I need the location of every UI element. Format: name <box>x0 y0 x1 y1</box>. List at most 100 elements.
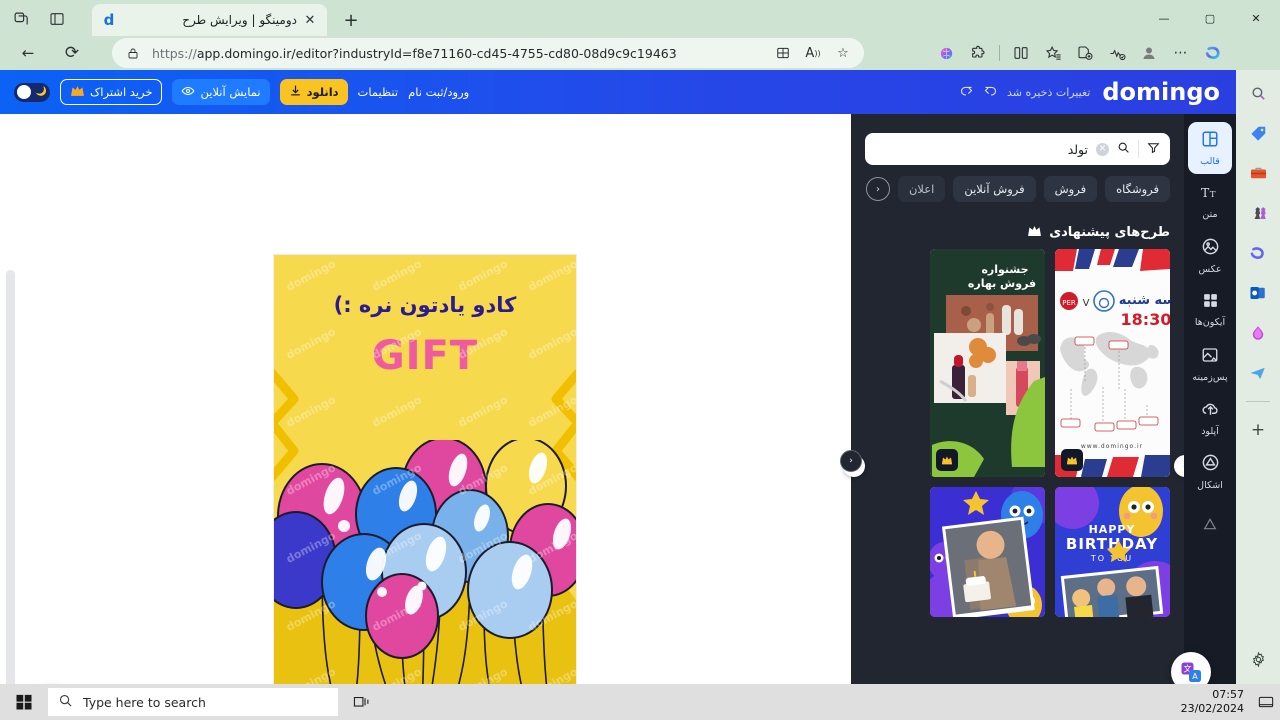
login-link[interactable]: ورود/ثبت نام <box>408 85 469 99</box>
minimize-button[interactable]: — <box>1141 0 1187 36</box>
birthday-cake-thumbnail <box>930 487 1045 617</box>
subscribe-button[interactable]: خرید اشتراک <box>60 79 163 105</box>
browser-essentials-icon[interactable] <box>1102 38 1132 68</box>
settings-more-icon[interactable]: ⋯ <box>1166 38 1196 68</box>
chip-announcement[interactable]: اعلان <box>897 176 946 202</box>
clear-search-icon[interactable]: ✕ <box>1096 142 1109 156</box>
template-card[interactable]: PER V سه شنبه 18:30 www.domingo.ir <box>1055 249 1170 477</box>
address-bar[interactable]: https://app.domingo.ir/editor?industryId… <box>112 38 864 68</box>
rail-item-background[interactable]: پس‌زمینه <box>1188 338 1232 390</box>
office-icon[interactable] <box>1243 238 1273 268</box>
telegram-icon[interactable] <box>1243 358 1273 388</box>
favorites-icon[interactable] <box>1038 38 1068 68</box>
rail-label-text: متن <box>1202 209 1218 220</box>
translate-button[interactable]: 文 A <box>1171 652 1211 684</box>
rail-item-upload[interactable]: آپلود <box>1188 392 1232 444</box>
template-card[interactable]: جشنواره فروش بهاره <box>930 249 1045 477</box>
section-title-row: طرح‌های پیشنهادی <box>1027 224 1170 241</box>
domingo-app: domingo تغییرات ذخیره شد ورود/ثبت نام تن… <box>0 70 1236 684</box>
subscribe-label: خرید اشتراک <box>90 85 153 99</box>
settings-link[interactable]: تنظیمات <box>358 85 399 99</box>
design-headline[interactable]: کادو یادتون نره :) <box>274 293 576 317</box>
outlook-icon[interactable] <box>1243 278 1273 308</box>
rail-item-extra[interactable] <box>1188 500 1232 552</box>
rail-item-template[interactable]: قالب <box>1188 122 1232 174</box>
design-canvas[interactable]: کادو یادتون نره :) GIFT domingo domingo … <box>274 255 576 684</box>
panel-collapse-button[interactable]: ‹ <box>840 450 862 472</box>
tools-icon[interactable] <box>1243 158 1273 188</box>
read-aloud-icon[interactable]: A)) <box>802 42 824 64</box>
eye-icon <box>181 84 195 101</box>
windows-start-icon[interactable] <box>0 684 48 720</box>
chip-sale[interactable]: فروش <box>1043 176 1098 202</box>
design-subhead[interactable]: GIFT <box>274 333 576 379</box>
drop-icon[interactable] <box>1243 318 1273 348</box>
chip-online-sale[interactable]: فروش آنلاین <box>953 176 1036 202</box>
settings-gear-icon[interactable] <box>1243 644 1273 674</box>
search-icon[interactable] <box>1243 78 1273 108</box>
chips-prev-button[interactable]: ‹ <box>865 177 890 201</box>
notification-icon[interactable] <box>1258 694 1274 714</box>
close-icon[interactable]: ✕ <box>301 11 319 29</box>
tab-title: دومینگو | ویرایش طرح <box>182 13 297 27</box>
favorite-star-icon[interactable]: ☆ <box>832 42 854 64</box>
undo-icon[interactable] <box>983 83 998 102</box>
app-logo[interactable]: domingo <box>1102 78 1220 106</box>
add-icon[interactable]: + <box>1243 415 1273 445</box>
url-scheme: https:// <box>152 45 197 61</box>
copilot-sidebar-icon[interactable] <box>1198 38 1228 68</box>
rail-label-image: عکس <box>1198 264 1222 275</box>
rail-item-icons[interactable]: آیکون‌ها <box>1188 284 1232 336</box>
lock-icon <box>122 42 144 64</box>
rail-label-template: قالب <box>1200 155 1220 167</box>
window-close-button[interactable]: ✕ <box>1233 0 1279 36</box>
new-tab-button[interactable]: + <box>338 7 364 33</box>
tab-actions-icon[interactable] <box>8 6 34 32</box>
canvas-area[interactable]: کادو یادتون نره :) GIFT domingo domingo … <box>0 114 851 684</box>
dark-mode-toggle[interactable]: 🌙 <box>14 82 50 102</box>
rail-label-shapes: اشکال <box>1197 480 1223 491</box>
edge-sidebar: + <box>1236 70 1280 684</box>
image-icon <box>1201 237 1220 261</box>
browser-split-icon[interactable] <box>1006 38 1036 68</box>
browser-chrome: d دومینگو | ویرایش طرح ✕ + — ▢ ✕ ← ⟳ htt… <box>0 0 1280 70</box>
pro-badge <box>936 449 958 471</box>
template-card[interactable] <box>930 487 1045 617</box>
vertical-tabs-icon[interactable] <box>44 6 70 32</box>
category-chips: فروشگاه فروش فروش آنلاین اعلان ‹ <box>865 176 1170 202</box>
browser-tab[interactable]: d دومینگو | ویرایش طرح ✕ <box>92 4 327 36</box>
header-actions: ورود/ثبت نام تنظیمات دانلود نمایش آنلاین <box>14 79 469 105</box>
task-view-icon[interactable] <box>338 684 384 720</box>
sidebar-divider <box>1246 401 1270 402</box>
online-preview-button[interactable]: نمایش آنلاین <box>172 79 270 105</box>
domingo-favicon-icon: d <box>103 11 115 29</box>
games-icon[interactable] <box>1243 198 1273 228</box>
profile-icon[interactable] <box>1134 38 1164 68</box>
taskbar-clock[interactable]: 07:57 23/02/2024 <box>1181 684 1244 720</box>
upload-cloud-icon <box>1201 399 1220 423</box>
extensions-icon[interactable] <box>963 38 993 68</box>
filter-icon[interactable] <box>1147 141 1160 158</box>
rail-item-image[interactable]: عکس <box>1188 230 1232 282</box>
chip-shop[interactable]: فروشگاه <box>1105 176 1170 202</box>
template-card[interactable]: HAPPY BIRTHDAY TO YOU <box>1055 487 1170 617</box>
reload-button[interactable]: ⟳ <box>58 39 86 67</box>
rail-label-background: پس‌زمینه <box>1192 371 1228 383</box>
maximize-button[interactable]: ▢ <box>1187 0 1233 36</box>
collections-icon[interactable] <box>1070 38 1100 68</box>
shapes-icon <box>1201 453 1220 477</box>
split-screen-icon[interactable] <box>772 42 794 64</box>
back-button[interactable]: ← <box>14 39 42 67</box>
redo-icon[interactable] <box>959 83 974 102</box>
search-input[interactable]: تولد <box>875 142 1088 157</box>
rail-item-shapes[interactable]: اشکال <box>1188 446 1232 498</box>
download-button[interactable]: دانلود <box>279 79 348 105</box>
rail-item-text[interactable]: T T متن <box>1188 176 1232 228</box>
template-search[interactable]: ✕ تولد <box>865 133 1170 165</box>
canvas-scrollbar[interactable] <box>6 270 15 684</box>
search-icon[interactable] <box>1117 141 1130 158</box>
copilot-icon[interactable] <box>931 38 961 68</box>
taskbar-search-input[interactable]: Type here to search <box>48 688 338 716</box>
shopping-tag-icon[interactable] <box>1243 118 1273 148</box>
clock-time: 07:57 <box>1212 687 1244 701</box>
